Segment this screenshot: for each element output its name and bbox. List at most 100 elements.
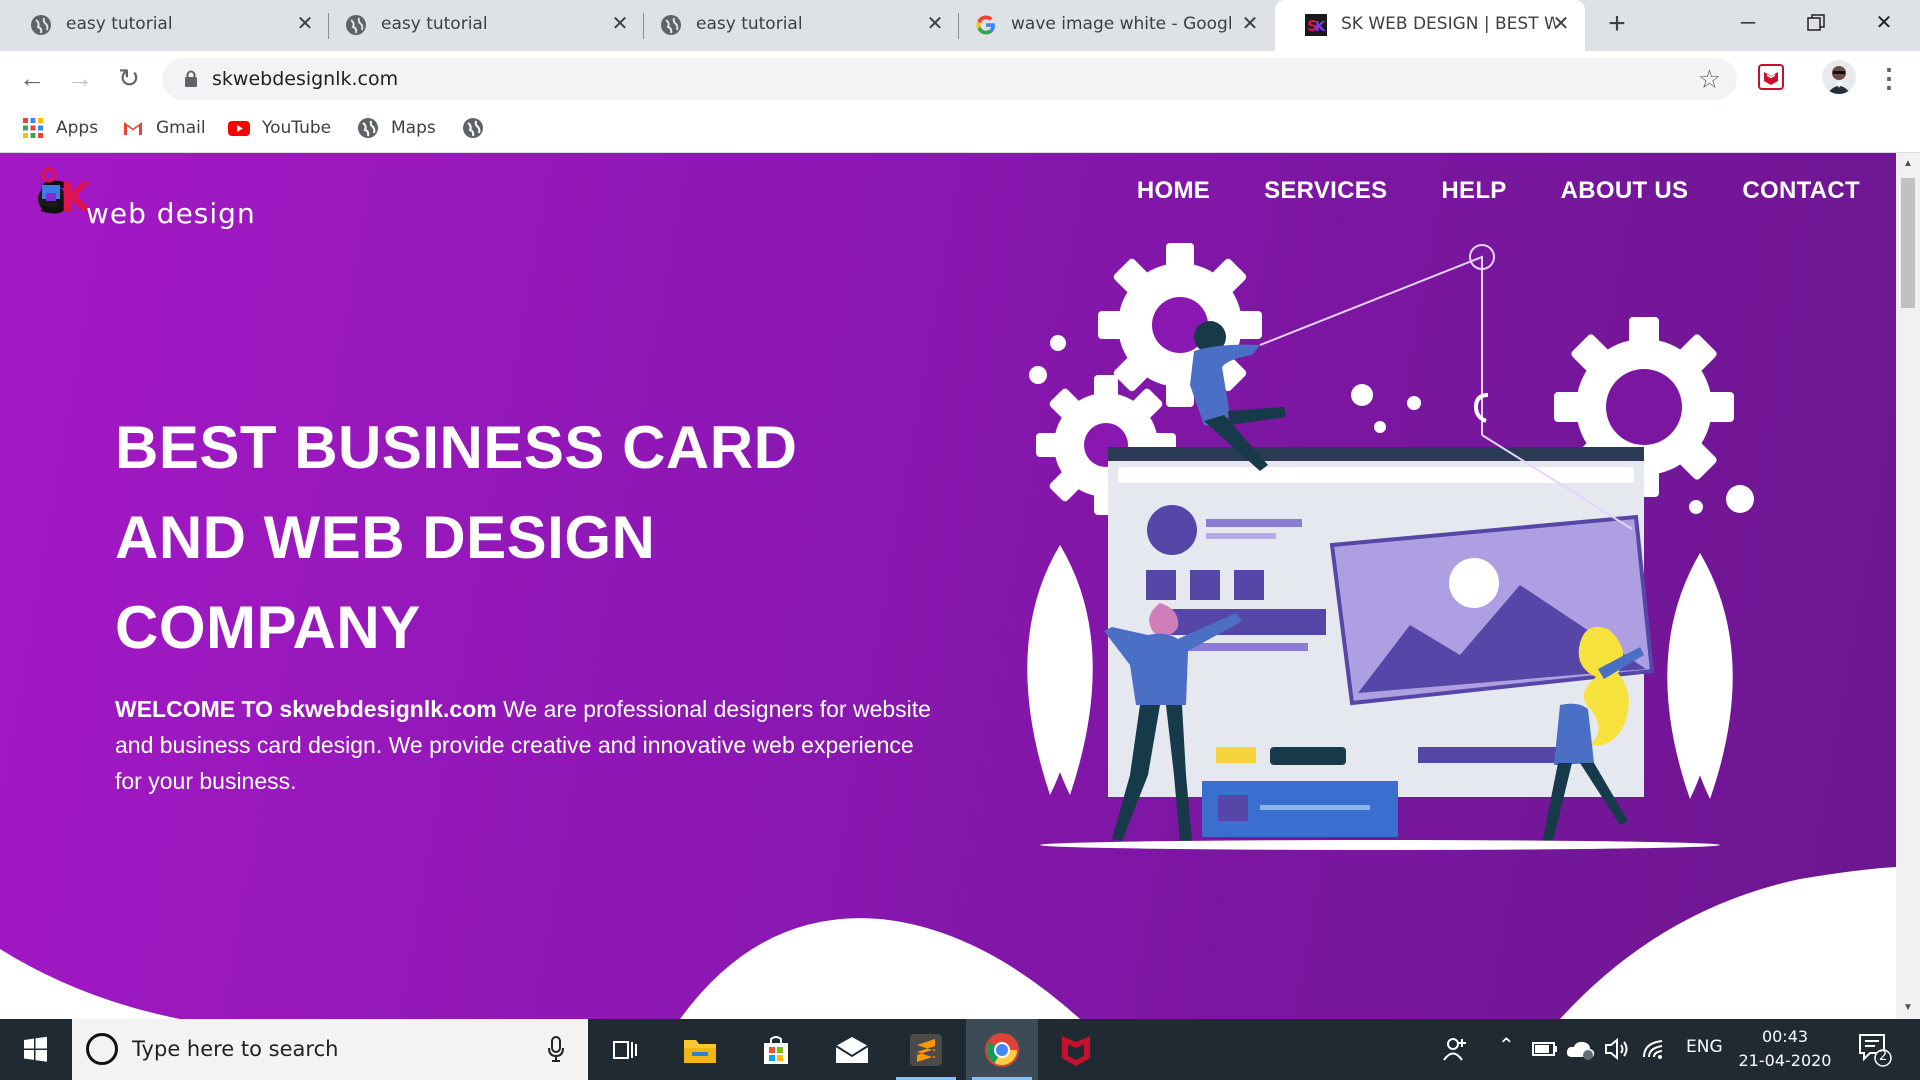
taskbar-store[interactable]	[740, 1019, 812, 1080]
taskbar-mcafee[interactable]	[1040, 1019, 1112, 1080]
tab-title: easy tutorial	[696, 14, 803, 34]
volume-icon[interactable]	[1604, 1037, 1632, 1061]
clock-date: 21-04-2020	[1738, 1051, 1832, 1070]
taskbar-mail[interactable]	[816, 1019, 888, 1080]
bookmark-star-icon[interactable]: ☆	[1698, 64, 1721, 95]
headline-line: COMPANY	[115, 594, 421, 661]
url-text: skwebdesignlk.com	[212, 68, 399, 90]
task-view-icon	[613, 1040, 637, 1059]
show-hidden-icons-chevron-icon[interactable]: ⌃	[1498, 1033, 1515, 1057]
tab-title: SK WEB DESIGN | BEST WE	[1341, 14, 1556, 34]
windows-taskbar: Type here to search ⌃ ENG 00:43 21-04-20…	[0, 1019, 1920, 1080]
sk-logo-icon: S K	[38, 167, 92, 223]
site-nav: HOME SERVICES HELP ABOUT US CONTACT	[1137, 177, 1860, 205]
battery-icon[interactable]	[1532, 1041, 1558, 1057]
nav-home[interactable]: HOME	[1137, 177, 1210, 205]
folder-icon	[684, 1039, 716, 1063]
store-icon	[764, 1035, 788, 1064]
bookmark-label: YouTube	[262, 118, 332, 138]
profile-avatar[interactable]	[1822, 60, 1856, 94]
nav-help[interactable]: HELP	[1441, 177, 1506, 205]
scroll-up-arrow-icon[interactable]: ▲	[1896, 155, 1920, 173]
search-placeholder: Type here to search	[132, 1037, 339, 1061]
website-hero: S K web design HOME SERVICES HELP ABOUT …	[0, 153, 1896, 1019]
tab-close-icon[interactable]: ✕	[923, 12, 947, 36]
taskbar-chrome[interactable]	[966, 1019, 1038, 1080]
nav-contact[interactable]: CONTACT	[1742, 177, 1860, 205]
mail-icon	[835, 1036, 869, 1063]
restore-icon	[1807, 14, 1825, 31]
intro-bold: WELCOME TO skwebdesignlk.com	[115, 696, 497, 722]
globe-icon	[463, 118, 483, 138]
browser-menu-button[interactable]: ⋮	[1876, 61, 1902, 95]
bookmark-label: Apps	[56, 118, 99, 138]
bookmark-unnamed[interactable]	[462, 115, 496, 141]
wifi-icon[interactable]	[1642, 1037, 1668, 1061]
windows-logo-icon	[24, 1036, 47, 1062]
tab-sk-web-design[interactable]: SK SK WEB DESIGN | BEST WE ✕	[1275, 0, 1585, 51]
nav-services[interactable]: SERVICES	[1264, 177, 1387, 205]
shield-icon	[1764, 72, 1778, 85]
bookmark-youtube[interactable]: YouTube	[228, 115, 331, 141]
mcafee-extension-icon[interactable]	[1758, 64, 1784, 90]
tab-title: easy tutorial	[381, 14, 488, 34]
tab-close-icon[interactable]: ✕	[293, 12, 317, 36]
start-button[interactable]	[0, 1019, 70, 1080]
taskbar-search-box[interactable]: Type here to search	[72, 1019, 588, 1080]
hero-illustration	[1027, 243, 1754, 850]
chrome-icon	[985, 1032, 1019, 1067]
bookmark-maps[interactable]: Maps	[357, 115, 436, 141]
globe-icon	[31, 15, 51, 35]
back-button[interactable]: ←	[15, 61, 49, 95]
page-scrollbar[interactable]: ▲ ▼	[1896, 153, 1920, 1019]
svg-text:K: K	[1315, 20, 1326, 35]
tab-close-icon[interactable]: ✕	[1549, 12, 1573, 36]
site-logo[interactable]: S K web design	[36, 163, 256, 230]
action-center-button[interactable]: 2	[1856, 1031, 1892, 1067]
bookmark-apps[interactable]: Apps	[22, 115, 98, 141]
taskbar-file-explorer[interactable]	[664, 1019, 736, 1080]
onedrive-cloud-icon[interactable]	[1566, 1037, 1596, 1061]
minimize-button[interactable]: ─	[1728, 6, 1768, 40]
tab-strip: easy tutorial ✕ easy tutorial ✕ easy tut…	[0, 0, 1920, 51]
tab-easy-tutorial-2[interactable]: easy tutorial ✕	[315, 0, 635, 51]
globe-icon	[358, 118, 378, 138]
close-window-button[interactable]: ✕	[1864, 6, 1904, 40]
people-icon[interactable]	[1442, 1035, 1470, 1063]
restore-button[interactable]	[1796, 6, 1836, 40]
new-tab-button[interactable]: +	[1602, 9, 1632, 40]
logo-text: web design	[86, 197, 256, 230]
clock-time: 00:43	[1761, 1027, 1809, 1046]
globe-icon	[661, 15, 681, 35]
reload-button[interactable]: ↻	[112, 61, 146, 95]
taskbar-sublime-text[interactable]	[890, 1019, 962, 1080]
headline-line: BEST BUSINESS CARD	[115, 414, 798, 481]
tab-close-icon[interactable]: ✕	[1238, 12, 1262, 36]
microphone-icon[interactable]	[548, 1035, 564, 1063]
tab-close-icon[interactable]: ✕	[608, 12, 632, 36]
forward-button[interactable]: →	[63, 61, 97, 95]
notification-count: 2	[1878, 1049, 1888, 1064]
sk-favicon-icon: SK	[1305, 14, 1327, 36]
sublime-text-icon	[910, 1033, 942, 1066]
apps-grid-icon	[23, 118, 43, 138]
hero-headline: BEST BUSINESS CARD AND WEB DESIGN COMPAN…	[115, 403, 875, 673]
headline-line: AND WEB DESIGN	[115, 504, 656, 571]
scroll-down-arrow-icon[interactable]: ▼	[1896, 999, 1920, 1017]
hero-intro: WELCOME TO skwebdesignlk.com We are prof…	[115, 691, 935, 799]
tab-easy-tutorial-3[interactable]: easy tutorial ✕	[630, 0, 950, 51]
task-view-button[interactable]	[588, 1019, 660, 1080]
tab-google-search[interactable]: wave image white - Google ✕	[945, 0, 1265, 51]
nav-about-us[interactable]: ABOUT US	[1561, 177, 1689, 205]
taskbar-clock[interactable]: 00:43 21-04-2020	[1730, 1025, 1840, 1073]
white-wave	[0, 867, 1896, 1019]
google-icon	[976, 15, 995, 35]
language-indicator[interactable]: ENG	[1686, 1037, 1723, 1057]
address-bar[interactable]: skwebdesignlk.com ☆	[162, 58, 1737, 100]
scroll-thumb[interactable]	[1901, 178, 1915, 308]
bookmark-gmail[interactable]: Gmail	[122, 115, 206, 141]
mcafee-shield-icon	[1062, 1035, 1090, 1066]
avatar-icon	[1827, 66, 1851, 94]
tab-easy-tutorial-1[interactable]: easy tutorial ✕	[0, 0, 320, 51]
youtube-icon	[228, 121, 250, 136]
